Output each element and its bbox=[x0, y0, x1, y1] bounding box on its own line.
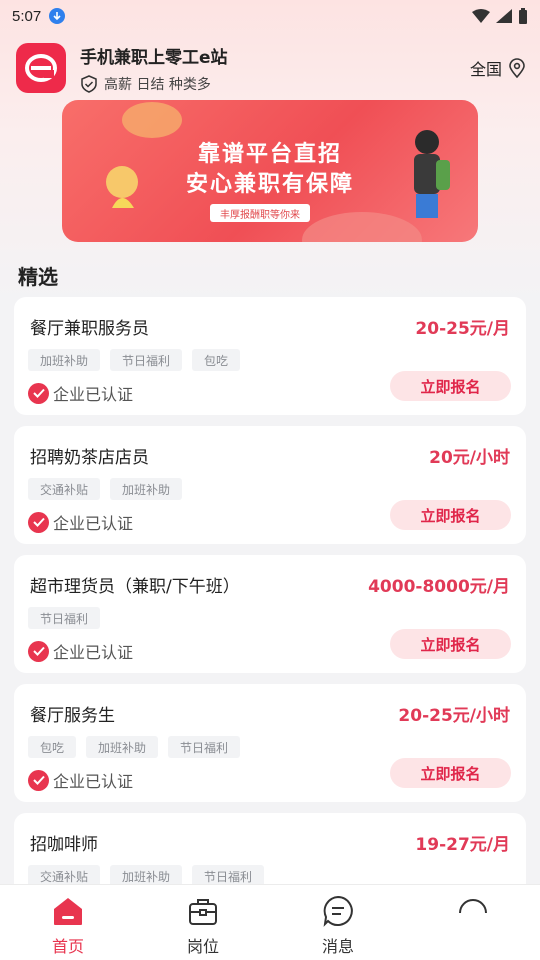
app-header: 手机兼职上零工e站 高薪 日结 种类多 全国 bbox=[16, 42, 526, 94]
job-salary: 20元/小时 bbox=[429, 448, 510, 468]
job-card[interactable]: 餐厅服务生 20-25元/小时 包吃 加班补助 节日福利 企业已认证 立即报名 bbox=[14, 684, 526, 802]
job-tag: 加班补助 bbox=[110, 478, 183, 500]
job-title: 招聘奶茶店店员 bbox=[30, 448, 149, 468]
verified-label: 企业已认证 bbox=[53, 772, 134, 791]
job-tag: 交通补贴 bbox=[28, 478, 101, 500]
battery-icon bbox=[519, 8, 527, 24]
verified-badge: 企业已认证 bbox=[28, 510, 133, 534]
promo-banner[interactable]: 靠谱平台直招 安心兼职有保障 丰厚报酬职等你来 bbox=[62, 100, 478, 242]
apply-button[interactable]: 立即报名 bbox=[390, 758, 511, 788]
job-title: 餐厅服务生 bbox=[30, 706, 115, 726]
banner-tag: 丰厚报酬职等你来 bbox=[210, 204, 310, 222]
signal-icon bbox=[496, 9, 512, 23]
nav-item-home[interactable]: 首页 bbox=[33, 895, 103, 957]
job-tag: 节日福利 bbox=[110, 349, 183, 371]
check-icon bbox=[28, 382, 49, 404]
check-icon bbox=[28, 769, 49, 791]
job-card[interactable]: 招聘奶茶店店员 20元/小时 交通补贴 加班补助 企业已认证 立即报名 bbox=[14, 426, 526, 544]
verified-label: 企业已认证 bbox=[53, 514, 134, 533]
status-time: 5:07 bbox=[12, 7, 42, 25]
apply-button[interactable]: 立即报名 bbox=[390, 371, 511, 401]
job-tag: 加班补助 bbox=[86, 736, 159, 758]
verified-badge: 企业已认证 bbox=[28, 381, 133, 405]
app-logo bbox=[16, 43, 66, 93]
banner-subheadline: 安心兼职有保障 bbox=[185, 171, 354, 197]
nav-label-jobs: 岗位 bbox=[186, 937, 219, 956]
job-salary: 20-25元/小时 bbox=[398, 706, 510, 726]
check-icon bbox=[28, 640, 49, 662]
location-pin-icon bbox=[509, 58, 525, 78]
app-subtitle: 高薪 日结 种类多 bbox=[104, 76, 211, 93]
nav-item-jobs[interactable]: 岗位 bbox=[168, 895, 238, 957]
status-bar: 5:07 bbox=[0, 0, 540, 32]
verified-badge: 企业已认证 bbox=[28, 768, 133, 792]
download-icon bbox=[49, 8, 66, 24]
bottom-nav: 首页 岗位 消息 bbox=[0, 884, 540, 960]
profile-icon bbox=[459, 899, 487, 914]
check-icon bbox=[28, 511, 49, 533]
job-salary: 19-27元/月 bbox=[415, 835, 510, 855]
region-label: 全国 bbox=[469, 60, 502, 79]
job-tag: 节日福利 bbox=[28, 607, 101, 629]
message-icon bbox=[323, 895, 353, 927]
job-card[interactable]: 餐厅兼职服务员 20-25元/月 加班补助 节日福利 包吃 企业已认证 立即报名 bbox=[14, 297, 526, 415]
verified-label: 企业已认证 bbox=[53, 643, 134, 662]
job-tag: 节日福利 bbox=[168, 736, 241, 758]
job-title: 餐厅兼职服务员 bbox=[30, 319, 149, 339]
verified-label: 企业已认证 bbox=[53, 385, 134, 404]
apply-button[interactable]: 立即报名 bbox=[390, 500, 511, 530]
job-salary: 20-25元/月 bbox=[415, 319, 510, 339]
nav-item-profile[interactable] bbox=[438, 895, 508, 933]
region-selector[interactable]: 全国 bbox=[470, 56, 526, 80]
job-salary: 4000-8000元/月 bbox=[368, 577, 510, 597]
banner-headline: 靠谱平台直招 bbox=[197, 141, 342, 167]
job-title: 招咖啡师 bbox=[30, 835, 98, 855]
section-title: 精选 bbox=[18, 265, 58, 289]
app-name: 手机兼职上零工e站 bbox=[80, 47, 228, 68]
job-tag: 包吃 bbox=[192, 349, 241, 371]
apply-button[interactable]: 立即报名 bbox=[390, 629, 511, 659]
briefcase-icon bbox=[189, 899, 217, 925]
job-tag: 加班补助 bbox=[28, 349, 101, 371]
nav-label-home: 首页 bbox=[51, 937, 84, 956]
verified-badge: 企业已认证 bbox=[28, 639, 133, 663]
home-icon bbox=[54, 898, 82, 925]
job-card[interactable]: 超市理货员（兼职/下午班） 4000-8000元/月 节日福利 企业已认证 立即… bbox=[14, 555, 526, 673]
wifi-icon bbox=[472, 9, 490, 23]
job-title: 超市理货员（兼职/下午班） bbox=[30, 577, 240, 597]
shield-check-icon bbox=[81, 74, 97, 93]
nav-item-messages[interactable]: 消息 bbox=[303, 895, 373, 957]
job-tag: 包吃 bbox=[28, 736, 77, 758]
nav-label-messages: 消息 bbox=[321, 937, 354, 956]
